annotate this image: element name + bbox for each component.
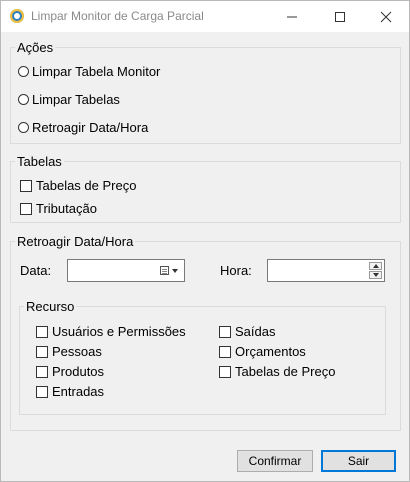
check-saidas[interactable]: Saídas (219, 324, 275, 339)
check-orcamentos[interactable]: Orçamentos (219, 344, 306, 359)
dialog-window: Limpar Monitor de Carga Parcial Ações Li… (0, 0, 410, 482)
check-tabelas-de-preco[interactable]: Tabelas de Preço (20, 178, 136, 193)
exit-button[interactable]: Sair (321, 450, 396, 472)
check-entradas[interactable]: Entradas (36, 384, 104, 399)
checkbox[interactable] (36, 385, 48, 398)
radio-limpar-tabela-monitor[interactable]: Limpar Tabela Monitor (18, 64, 160, 79)
checkbox[interactable] (36, 325, 48, 338)
checkbox[interactable] (20, 202, 32, 215)
checkbox-label: Produtos (52, 364, 105, 379)
chevron-down-icon[interactable] (172, 269, 178, 273)
minimize-icon (287, 16, 297, 18)
checkbox-label: Usuários e Permissões (52, 324, 186, 339)
checkbox-label: Tabelas de Preço (235, 364, 336, 379)
date-picker[interactable] (67, 259, 185, 282)
hora-label: Hora: (220, 263, 252, 278)
title-bar: Limpar Monitor de Carga Parcial (1, 1, 409, 32)
check-usuarios-e-permissoes[interactable]: Usuários e Permissões (36, 324, 186, 339)
acoes-legend: Ações (17, 40, 54, 55)
radio-limpar-tabelas[interactable]: Limpar Tabelas (18, 92, 120, 107)
maximize-button[interactable] (317, 1, 363, 32)
calendar-icon[interactable] (160, 266, 169, 275)
minimize-button[interactable] (269, 1, 315, 32)
checkbox[interactable] (36, 345, 48, 358)
close-button[interactable] (363, 1, 409, 32)
confirm-button[interactable]: Confirmar (237, 450, 313, 472)
checkbox-label: Tributação (36, 201, 97, 216)
radio-button[interactable] (18, 122, 29, 133)
spin-up-button[interactable] (369, 262, 382, 270)
checkbox-label: Pessoas (52, 344, 102, 359)
retroagir-legend: Retroagir Data/Hora (17, 234, 134, 249)
check-pessoas[interactable]: Pessoas (36, 344, 102, 359)
recurso-legend: Recurso (26, 299, 75, 314)
radio-label: Limpar Tabela Monitor (32, 64, 161, 79)
checkbox-label: Orçamentos (235, 344, 306, 359)
tabelas-legend: Tabelas (17, 154, 62, 169)
checkbox-label: Tabelas de Preço (36, 178, 137, 193)
spin-down-button[interactable] (369, 271, 382, 279)
radio-button[interactable] (18, 94, 29, 105)
maximize-icon (335, 12, 345, 22)
window-title: Limpar Monitor de Carga Parcial (31, 9, 204, 23)
data-label: Data: (20, 263, 52, 278)
check-recurso-tabelas-de-preco[interactable]: Tabelas de Preço (219, 364, 335, 379)
checkbox[interactable] (219, 365, 231, 378)
checkbox[interactable] (219, 345, 231, 358)
checkbox-label: Entradas (52, 384, 105, 399)
radio-button[interactable] (18, 66, 29, 77)
radio-label: Retroagir Data/Hora (32, 120, 149, 135)
time-picker[interactable] (267, 259, 385, 282)
app-icon (10, 9, 24, 23)
check-produtos[interactable]: Produtos (36, 364, 104, 379)
checkbox-label: Saídas (235, 324, 276, 339)
checkbox[interactable] (219, 325, 231, 338)
radio-label: Limpar Tabelas (32, 92, 120, 107)
checkbox[interactable] (20, 179, 32, 192)
checkbox[interactable] (36, 365, 48, 378)
radio-retroagir-data-hora[interactable]: Retroagir Data/Hora (18, 120, 148, 135)
check-tributacao[interactable]: Tributação (20, 201, 97, 216)
close-icon (380, 11, 392, 23)
